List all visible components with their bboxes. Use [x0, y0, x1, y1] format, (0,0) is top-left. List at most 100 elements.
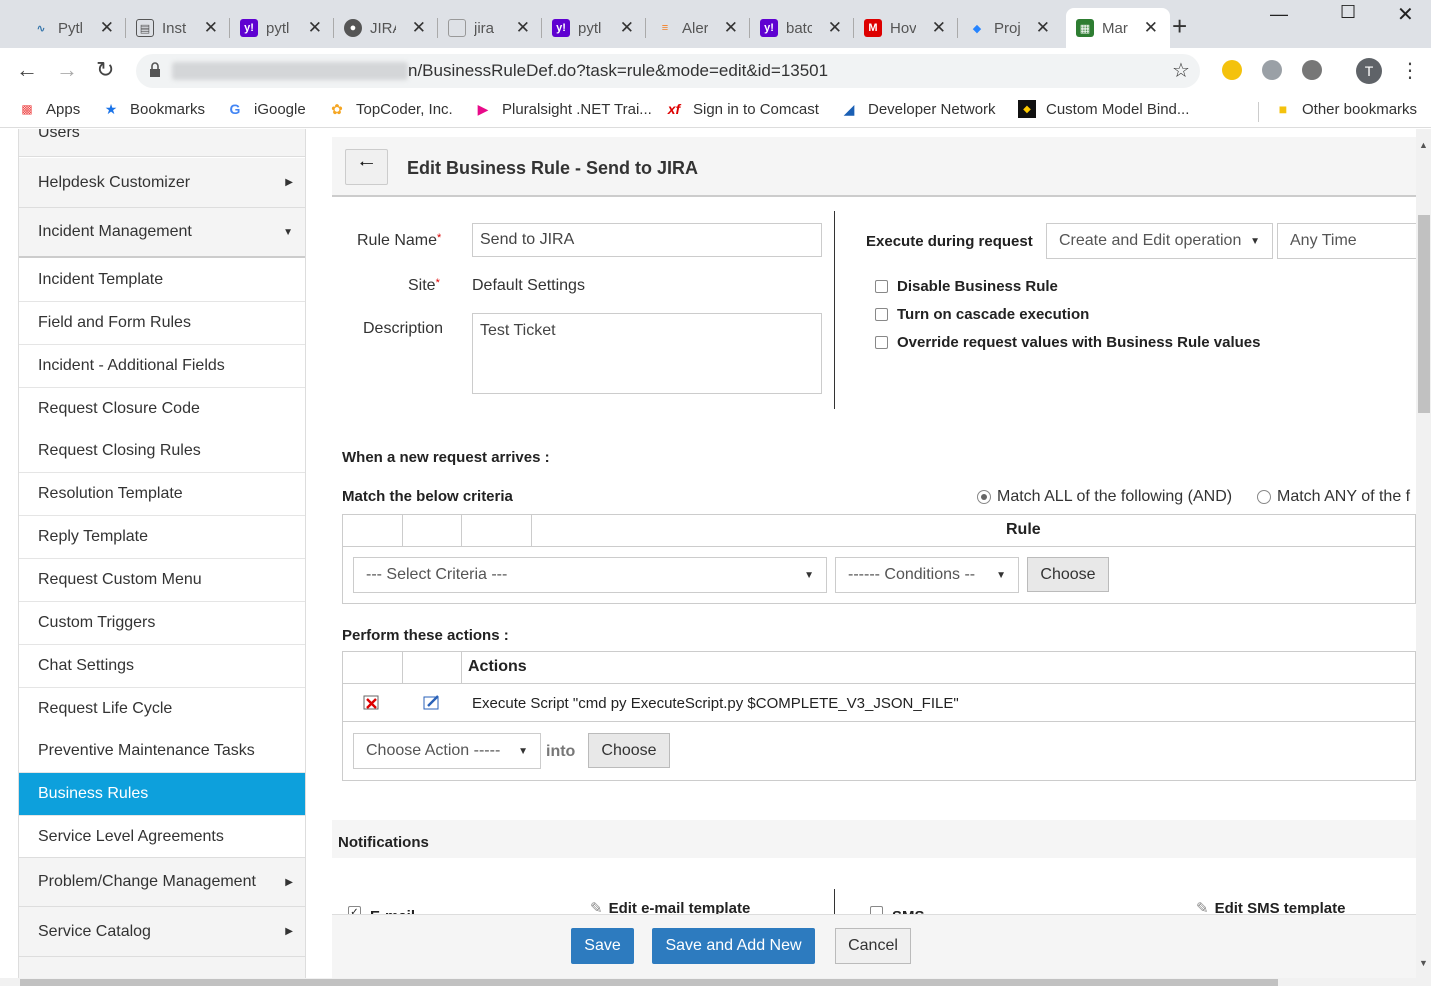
conditions-dropdown[interactable]: ------ Conditions -- ▼ [835, 557, 1019, 593]
sidebar-item-request-life-cycle[interactable]: Request Life Cycle [19, 687, 305, 731]
override-checkbox[interactable]: Override request values with Business Ru… [875, 334, 1260, 351]
browser-tab[interactable]: ∿ Pytl ✕ [22, 8, 126, 48]
extension-shield-icon[interactable] [1262, 60, 1282, 80]
choose-action-button[interactable]: Choose [588, 733, 670, 768]
sidebar-item-field-and-form-rules[interactable]: Field and Form Rules [19, 301, 305, 345]
sidebar-item-preventive-maintenance-tasks[interactable]: Preventive Maintenance Tasks [19, 730, 305, 774]
cancel-button[interactable]: Cancel [835, 928, 911, 964]
browser-tab[interactable]: y! batc ✕ [750, 8, 854, 48]
radio-unselected[interactable] [1257, 490, 1271, 504]
sidebar-item-reply-template[interactable]: Reply Template [19, 516, 305, 560]
bookmark-apps[interactable]: ▩ Apps [18, 100, 80, 118]
close-icon[interactable]: ✕ [204, 18, 218, 38]
scroll-up-arrow-icon[interactable]: ▲ [1419, 140, 1428, 150]
disable-rule-checkbox[interactable]: Disable Business Rule [875, 278, 1058, 295]
close-icon[interactable]: ✕ [1144, 18, 1158, 38]
browser-tab[interactable]: ▦ Mar ✕ [1066, 8, 1170, 48]
close-icon[interactable]: ✕ [932, 18, 946, 38]
sidebar-item-resolution-template[interactable]: Resolution Template [19, 473, 305, 517]
scroll-down-arrow-icon[interactable]: ▼ [1419, 958, 1428, 968]
url-text[interactable]: n/BusinessRuleDef.do?task=rule&mode=edit… [408, 61, 828, 81]
cascade-checkbox[interactable]: Turn on cascade execution [875, 306, 1089, 323]
match-any-radio[interactable]: Match ANY of the f [1257, 488, 1410, 506]
bookmark-developer-network[interactable]: ◢ Developer Network [840, 100, 996, 118]
caret-down-icon: ▼ [1250, 235, 1260, 247]
caret-down-icon: ▼ [804, 569, 814, 581]
sidebar-group-problem-change[interactable]: Problem/Change Management ▶ [19, 857, 305, 907]
browser-tab[interactable]: ≡ Aler ✕ [646, 8, 750, 48]
sidebar-item-custom-triggers[interactable]: Custom Triggers [19, 601, 305, 645]
bookmark-custom-model-bind[interactable]: ◆ Custom Model Bind... [1018, 100, 1189, 118]
select-criteria-dropdown[interactable]: --- Select Criteria --- ▼ [353, 557, 827, 593]
choose-criteria-button[interactable]: Choose [1027, 557, 1109, 592]
forward-arrow-icon[interactable]: → [56, 58, 78, 82]
vertical-scroll-thumb[interactable] [1418, 215, 1430, 413]
save-button[interactable]: Save [571, 928, 634, 964]
close-icon[interactable]: ✕ [828, 18, 842, 38]
sidebar-item-request-closing-rules[interactable]: Request Closing Rules [19, 430, 305, 474]
checkbox-box[interactable] [875, 308, 888, 321]
checkbox-label: Turn on cascade execution [897, 306, 1090, 323]
bookmark-topcoder[interactable]: ✿ TopCoder, Inc. [328, 100, 453, 118]
extension-circle-icon[interactable] [1302, 60, 1322, 80]
sidebar-group-partial[interactable] [19, 957, 305, 978]
bookmark-pluralsight[interactable]: ▶ Pluralsight .NET Trai... [474, 100, 652, 118]
reload-icon[interactable]: ↻ [96, 58, 114, 82]
radio-selected[interactable] [977, 490, 991, 504]
match-all-radio[interactable]: Match ALL of the following (AND) [977, 488, 1232, 506]
sidebar-item-request-closure-code[interactable]: Request Closure Code [19, 387, 305, 431]
choose-action-dropdown[interactable]: Choose Action ----- ▼ [353, 733, 541, 769]
close-icon[interactable]: ✕ [516, 18, 530, 38]
close-icon[interactable]: ✕ [620, 18, 634, 38]
lock-icon[interactable] [148, 62, 162, 78]
sidebar-group-users[interactable]: Users [19, 129, 305, 157]
time-select[interactable]: Any Time [1277, 223, 1422, 259]
delete-action-icon[interactable] [363, 695, 381, 716]
admin-sidebar: Users Helpdesk Customizer ▶ Incident Mana… [18, 129, 306, 978]
checkbox-box[interactable] [875, 336, 888, 349]
browser-tab[interactable]: y! pytl ✕ [230, 8, 334, 48]
edit-action-icon[interactable] [423, 695, 441, 716]
profile-avatar[interactable]: T [1356, 58, 1382, 84]
sidebar-item-service-level-agreements[interactable]: Service Level Agreements [19, 816, 305, 860]
close-icon[interactable]: ✕ [100, 18, 114, 38]
execute-operation-select[interactable]: Create and Edit operation ▼ [1046, 223, 1273, 259]
close-icon[interactable]: ✕ [724, 18, 738, 38]
browser-tab[interactable]: ● JIRA ✕ [334, 8, 438, 48]
checkbox-box[interactable] [875, 280, 888, 293]
sidebar-item-incident-template[interactable]: Incident Template [19, 259, 305, 302]
sidebar-item-chat-settings[interactable]: Chat Settings [19, 644, 305, 688]
back-arrow-icon[interactable]: ← [16, 58, 38, 82]
close-icon[interactable]: ✕ [308, 18, 322, 38]
sidebar-group-incident-management[interactable]: Incident Management ▼ [19, 208, 305, 258]
sidebar-group-service-catalog[interactable]: Service Catalog ▶ [19, 907, 305, 957]
sidebar-group-helpdesk-customizer[interactable]: Helpdesk Customizer ▶ [19, 158, 305, 208]
horizontal-scroll-thumb[interactable] [20, 979, 1278, 986]
browser-tab[interactable]: jira ✕ [438, 8, 542, 48]
browser-tab[interactable]: ◆ Proj ✕ [958, 8, 1062, 48]
extension-glasses-icon[interactable] [1222, 60, 1242, 80]
close-icon[interactable]: ✕ [1036, 18, 1050, 38]
bookmark-bookmarks[interactable]: ★ Bookmarks [102, 100, 205, 118]
bookmark-other[interactable]: ■ Other bookmarks [1274, 100, 1417, 118]
browser-tab[interactable]: ▤ Inst ✕ [126, 8, 230, 48]
maximize-button[interactable]: ☐ [1340, 2, 1356, 23]
sidebar-item-business-rules[interactable]: Business Rules [19, 773, 305, 817]
sidebar-item-incident-additional-fields[interactable]: Incident - Additional Fields [19, 344, 305, 388]
back-button[interactable]: 🠀 [345, 149, 388, 185]
browser-tab[interactable]: y! pytl ✕ [542, 8, 646, 48]
new-tab-button[interactable]: + [1172, 13, 1187, 39]
description-textarea[interactable]: Test Ticket [472, 313, 822, 394]
bookmark-comcast[interactable]: xf Sign in to Comcast [665, 100, 819, 118]
browser-tab[interactable]: M Hov ✕ [854, 8, 958, 48]
bookmark-star-icon[interactable]: ☆ [1172, 58, 1190, 83]
bookmark-igoogle[interactable]: GiGoogle [226, 100, 306, 118]
rule-name-input[interactable]: Send to JIRA [472, 223, 822, 257]
close-icon[interactable]: ✕ [412, 18, 426, 38]
minimize-button[interactable]: — [1270, 4, 1288, 25]
sidebar-item-request-custom-menu[interactable]: Request Custom Menu [19, 558, 305, 602]
browser-menu-icon[interactable]: ⋮ [1400, 58, 1420, 83]
radio-label: Match ALL of the following (AND) [997, 488, 1233, 505]
window-close-button[interactable]: ✕ [1397, 2, 1414, 27]
save-and-add-new-button[interactable]: Save and Add New [652, 928, 815, 964]
